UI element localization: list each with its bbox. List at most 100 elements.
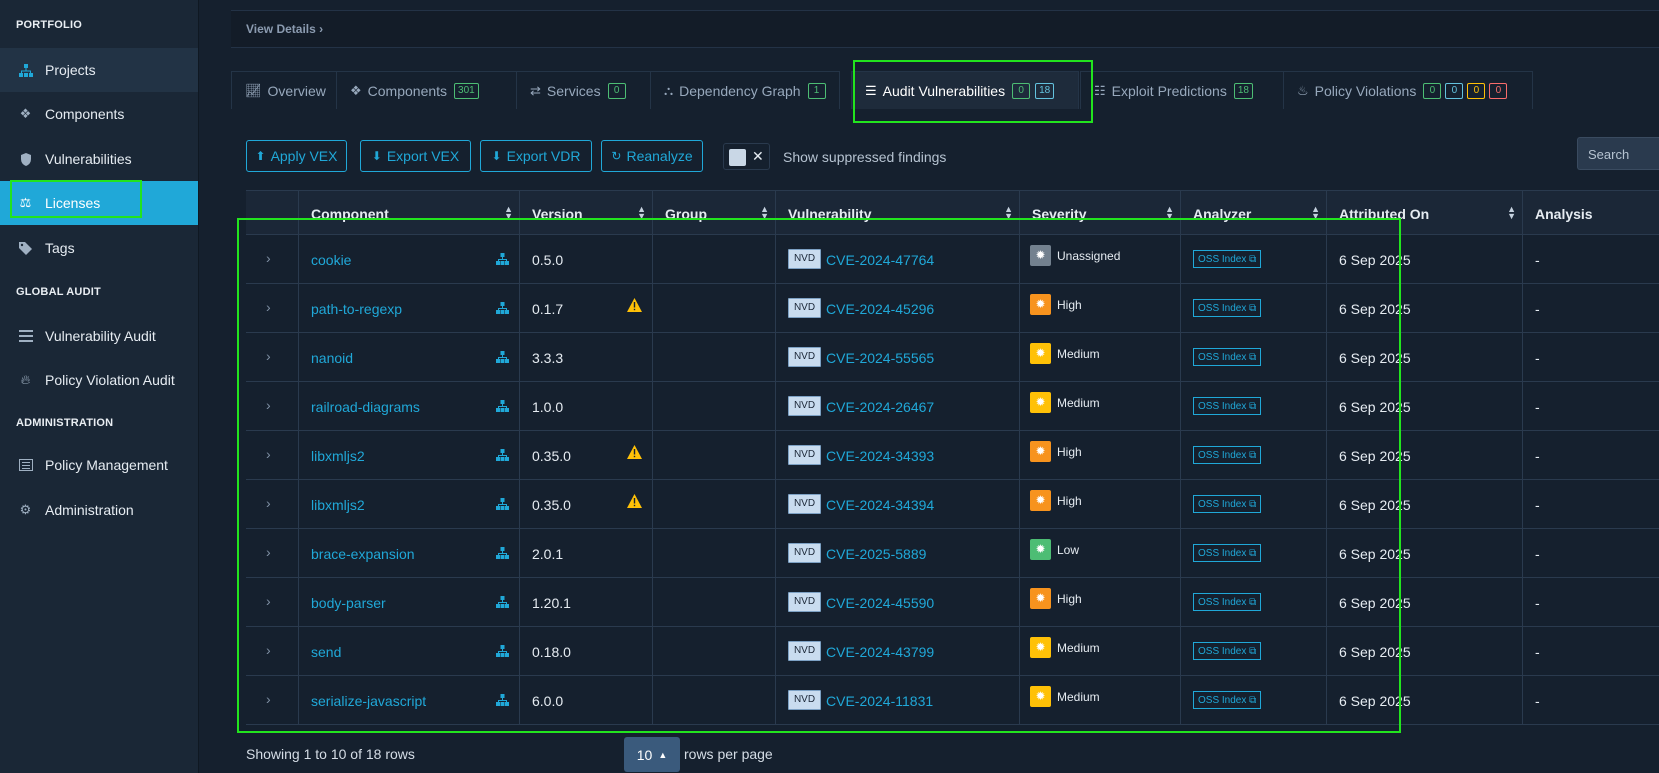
column-version[interactable]: Version ▲ ▼	[519, 191, 652, 235]
external-link-icon: ⧉	[1249, 401, 1257, 412]
expand-cell[interactable]: ›	[246, 333, 298, 381]
dependency-tree-icon[interactable]	[496, 546, 509, 562]
chevron-right-icon: ›	[266, 299, 271, 315]
source-badge: NVD	[788, 347, 821, 367]
component-link[interactable]: libxmljs2	[311, 497, 365, 513]
analyzer-badge[interactable]: OSS Index ⧉	[1193, 544, 1262, 562]
vulnerability-link[interactable]: CVE-2024-45296	[826, 301, 934, 317]
sidebar-item-policy-violation-audit[interactable]: 🔥︎ Policy Violation Audit	[0, 358, 198, 402]
version-cell: 3.3.3	[519, 333, 652, 381]
version-cell: 0.35.0	[519, 480, 652, 528]
analyzer-badge[interactable]: OSS Index ⧉	[1193, 348, 1262, 366]
sidebar-item-projects[interactable]: Projects	[0, 48, 198, 92]
expand-cell[interactable]: ›	[246, 627, 298, 675]
expand-cell[interactable]: ›	[246, 284, 298, 332]
expand-cell[interactable]: ›	[246, 431, 298, 479]
vulnerability-cell: NVD CVE-2024-55565	[775, 333, 1019, 381]
vulnerability-link[interactable]: CVE-2024-55565	[826, 350, 934, 366]
tab-services[interactable]: ⇄ Services 0	[516, 71, 651, 109]
button-label: Export VEX	[386, 148, 460, 164]
dependency-tree-icon[interactable]	[496, 448, 509, 464]
vulnerability-link[interactable]: CVE-2025-5889	[826, 546, 926, 562]
expand-cell[interactable]: ›	[246, 529, 298, 577]
dependency-tree-icon[interactable]	[496, 350, 509, 366]
vulnerability-link[interactable]: CVE-2024-47764	[826, 252, 934, 268]
component-link[interactable]: path-to-regexp	[311, 301, 402, 317]
sidebar-item-policy-management[interactable]: Policy Management	[0, 443, 198, 487]
column-severity[interactable]: Severity ▲ ▼	[1019, 191, 1180, 235]
column-vulnerability[interactable]: Vulnerability ▲ ▼	[775, 191, 1019, 235]
sidebar-item-licenses[interactable]: ⚖ Licenses	[0, 181, 198, 225]
analyzer-badge[interactable]: OSS Index ⧉	[1193, 691, 1262, 709]
expand-cell[interactable]: ›	[246, 235, 298, 283]
sort-icon: ▲ ▼	[760, 204, 769, 221]
view-details-link[interactable]: View Details ›	[246, 22, 323, 36]
group-cell	[652, 431, 775, 479]
sidebar-item-administration[interactable]: ⚙ Administration	[0, 488, 198, 532]
expand-cell[interactable]: ›	[246, 382, 298, 430]
vulnerability-link[interactable]: CVE-2024-43799	[826, 644, 934, 660]
analyzer-badge[interactable]: OSS Index ⧉	[1193, 446, 1262, 464]
component-link[interactable]: brace-expansion	[311, 546, 415, 562]
vulnerability-cell: NVD CVE-2025-5889	[775, 529, 1019, 577]
component-link[interactable]: serialize-javascript	[311, 693, 426, 709]
tab-policy-violations[interactable]: ♨ Policy Violations 0 0 0 0	[1283, 71, 1533, 109]
expand-cell[interactable]: ›	[246, 676, 298, 724]
page-size-dropdown[interactable]: 10 ▲	[624, 737, 680, 772]
tab-exploit-predictions[interactable]: ☷ Exploit Predictions 18	[1080, 71, 1284, 109]
dependency-tree-icon[interactable]	[496, 252, 509, 268]
tab-audit-vulnerabilities[interactable]: ☰ Audit Vulnerabilities 0 18	[851, 71, 1079, 109]
analyzer-badge[interactable]: OSS Index ⧉	[1193, 250, 1262, 268]
column-component[interactable]: Component ▲ ▼	[298, 191, 519, 235]
component-link[interactable]: railroad-diagrams	[311, 399, 420, 415]
expand-cell[interactable]: ›	[246, 578, 298, 626]
dependency-tree-icon[interactable]	[496, 301, 509, 317]
chevron-right-icon: ›	[266, 642, 271, 658]
analysis-state: -	[1535, 595, 1540, 611]
apply-vex-button[interactable]: ⬆ Apply VEX	[246, 140, 347, 172]
vulnerability-link[interactable]: CVE-2024-26467	[826, 399, 934, 415]
vulnerability-link[interactable]: CVE-2024-34393	[826, 448, 934, 464]
vulnerability-link[interactable]: CVE-2024-45590	[826, 595, 934, 611]
column-analysis[interactable]: Analysis	[1522, 191, 1659, 235]
vulnerability-link[interactable]: CVE-2024-11831	[826, 693, 933, 709]
analyzer-badge[interactable]: OSS Index ⧉	[1193, 299, 1262, 317]
sidebar-item-vulnerability-audit[interactable]: Vulnerability Audit	[0, 314, 198, 358]
analyzer-badge[interactable]: OSS Index ⧉	[1193, 593, 1262, 611]
column-analyzer[interactable]: Analyzer ▲ ▼	[1180, 191, 1326, 235]
component-cell: libxmljs2	[298, 480, 519, 528]
analyzer-badge[interactable]: OSS Index ⧉	[1193, 495, 1262, 513]
column-attributed-on[interactable]: Attributed On ▲ ▼	[1326, 191, 1522, 235]
tab-components[interactable]: ❖ Components 301	[336, 71, 517, 109]
tab-dependency-graph[interactable]: ⛬ Dependency Graph 1	[650, 71, 840, 109]
dependency-tree-icon[interactable]	[496, 399, 509, 415]
chevron-right-icon: ›	[266, 544, 271, 560]
analyzer-badge[interactable]: OSS Index ⧉	[1193, 397, 1262, 415]
vulnerability-link[interactable]: CVE-2024-34394	[826, 497, 934, 513]
dependency-tree-icon[interactable]	[496, 595, 509, 611]
dependency-tree-icon[interactable]	[496, 497, 509, 513]
sidebar-item-components[interactable]: ❖ Components	[0, 92, 198, 136]
attributed-cell: 6 Sep 2025	[1326, 480, 1522, 528]
severity-text: High	[1057, 494, 1082, 508]
component-link[interactable]: cookie	[311, 252, 351, 268]
analyzer-label: OSS Index	[1198, 548, 1247, 559]
sidebar-item-tags[interactable]: Tags	[0, 226, 198, 270]
dependency-tree-icon[interactable]	[496, 693, 509, 709]
dependency-tree-icon[interactable]	[496, 644, 509, 660]
column-group[interactable]: Group ▲ ▼	[652, 191, 775, 235]
export-vex-button[interactable]: ⬇ Export VEX	[360, 140, 471, 172]
component-link[interactable]: body-parser	[311, 595, 386, 611]
sidebar-item-vulnerabilities[interactable]: Vulnerabilities	[0, 137, 198, 181]
component-link[interactable]: send	[311, 644, 341, 660]
bug-icon: ✹	[1030, 441, 1051, 462]
search-input[interactable]: Search	[1577, 137, 1659, 170]
reanalyze-button[interactable]: ↻ Reanalyze	[601, 140, 703, 172]
tab-overview[interactable]: 📈︎ Overview	[231, 71, 337, 109]
expand-cell[interactable]: ›	[246, 480, 298, 528]
analyzer-badge[interactable]: OSS Index ⧉	[1193, 642, 1262, 660]
component-link[interactable]: nanoid	[311, 350, 353, 366]
export-vdr-button[interactable]: ⬇ Export VDR	[480, 140, 592, 172]
show-suppressed-toggle[interactable]: ✕	[723, 143, 770, 170]
component-link[interactable]: libxmljs2	[311, 448, 365, 464]
